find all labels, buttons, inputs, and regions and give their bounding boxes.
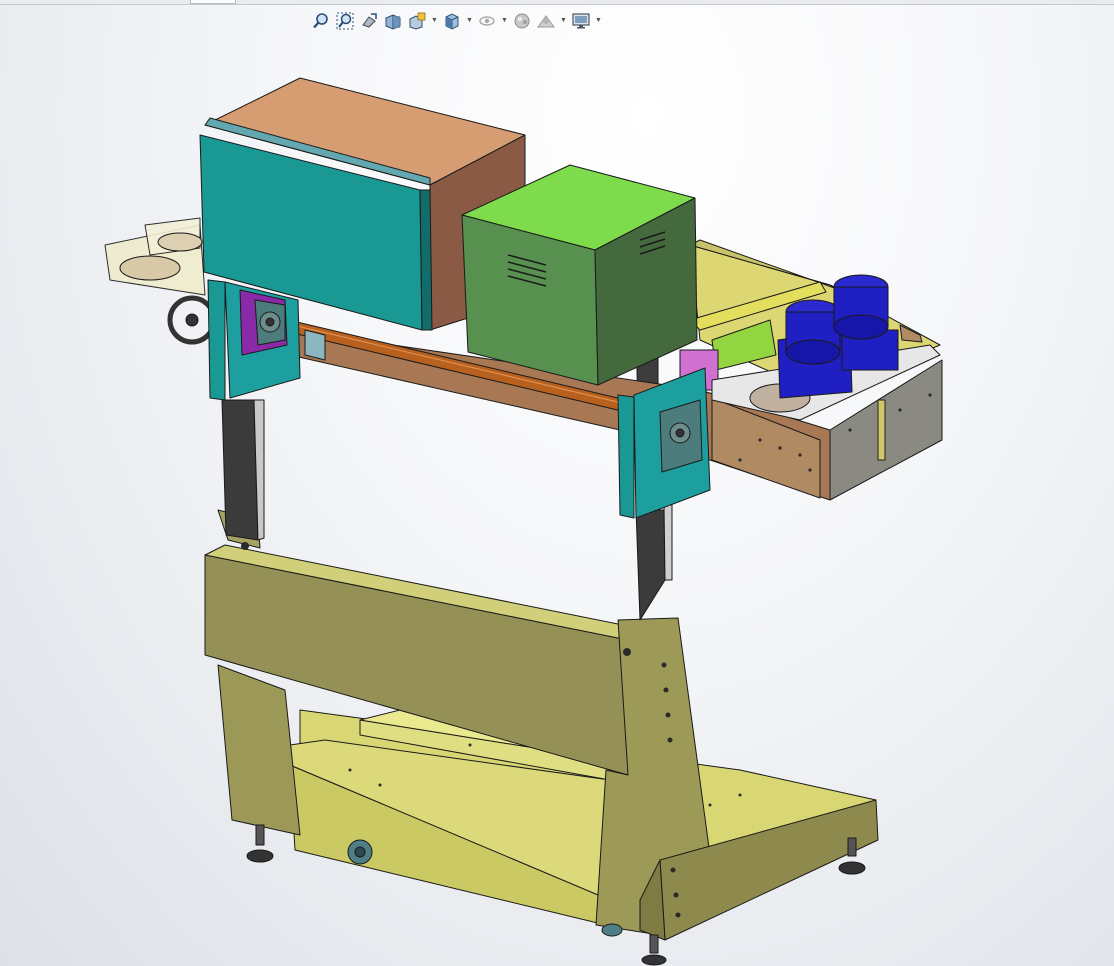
base-frame[interactable] — [204, 509, 879, 941]
left-sealing-jaws[interactable] — [104, 217, 217, 345]
graphics-area-viewport[interactable] — [0, 0, 1114, 966]
